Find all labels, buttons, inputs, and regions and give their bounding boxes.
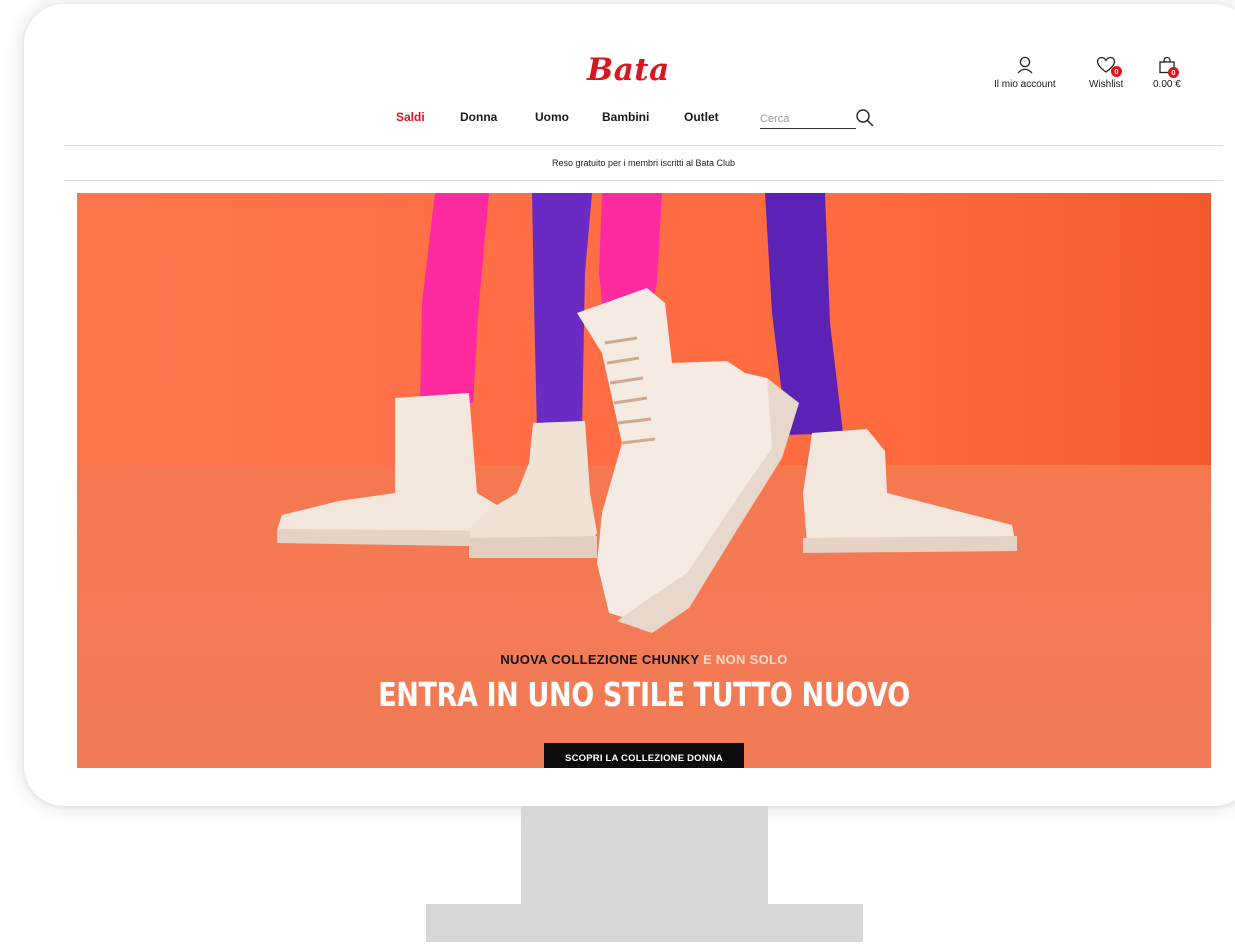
promo-divider bbox=[64, 180, 1223, 181]
hero-title: ENTRA IN UNO STILE TUTTO NUOVO bbox=[378, 675, 910, 714]
hero-banner[interactable]: NUOVA COLLEZIONE CHUNKY E NON SOLO ENTRA… bbox=[77, 193, 1211, 768]
wishlist-link[interactable]: 0 Wishlist bbox=[1089, 56, 1123, 90]
hero-subtitle-accent: E NON SOLO bbox=[703, 652, 788, 667]
account-links: Il mio account 0 Wishlist 0 0.00 € bbox=[0, 56, 1235, 96]
nav-item-uomo[interactable]: Uomo bbox=[535, 110, 569, 124]
nav-item-saldi[interactable]: Saldi bbox=[396, 110, 425, 124]
cart-count-badge: 0 bbox=[1168, 67, 1179, 78]
discover-women-collection-button[interactable]: SCOPRI LA COLLEZIONE DONNA bbox=[544, 743, 744, 768]
hero-subtitle-main: NUOVA COLLEZIONE CHUNKY bbox=[500, 652, 700, 667]
search-input[interactable] bbox=[760, 109, 856, 129]
promo-bar-text[interactable]: Reso gratuito per i membri iscritti al B… bbox=[64, 158, 1223, 168]
user-icon bbox=[1017, 56, 1033, 74]
cart-total: 0.00 € bbox=[1153, 79, 1181, 90]
nav-item-donna[interactable]: Donna bbox=[460, 110, 497, 124]
account-link[interactable]: Il mio account bbox=[994, 56, 1056, 90]
account-label: Il mio account bbox=[994, 79, 1056, 90]
search-icon[interactable] bbox=[855, 108, 875, 128]
nav-item-bambini[interactable]: Bambini bbox=[602, 110, 649, 124]
hero-subtitle: NUOVA COLLEZIONE CHUNKY E NON SOLO bbox=[77, 652, 1211, 667]
monitor-stand-base bbox=[426, 904, 863, 942]
cart-link[interactable]: 0 0.00 € bbox=[1153, 56, 1181, 90]
search-bar bbox=[760, 107, 875, 131]
header-divider bbox=[64, 145, 1223, 146]
nav-item-outlet[interactable]: Outlet bbox=[684, 110, 719, 124]
wishlist-label: Wishlist bbox=[1089, 79, 1124, 90]
main-nav: Saldi Donna Uomo Bambini Outlet bbox=[0, 110, 1235, 130]
wishlist-count-badge: 0 bbox=[1111, 66, 1122, 77]
monitor-stand-neck bbox=[521, 806, 768, 906]
